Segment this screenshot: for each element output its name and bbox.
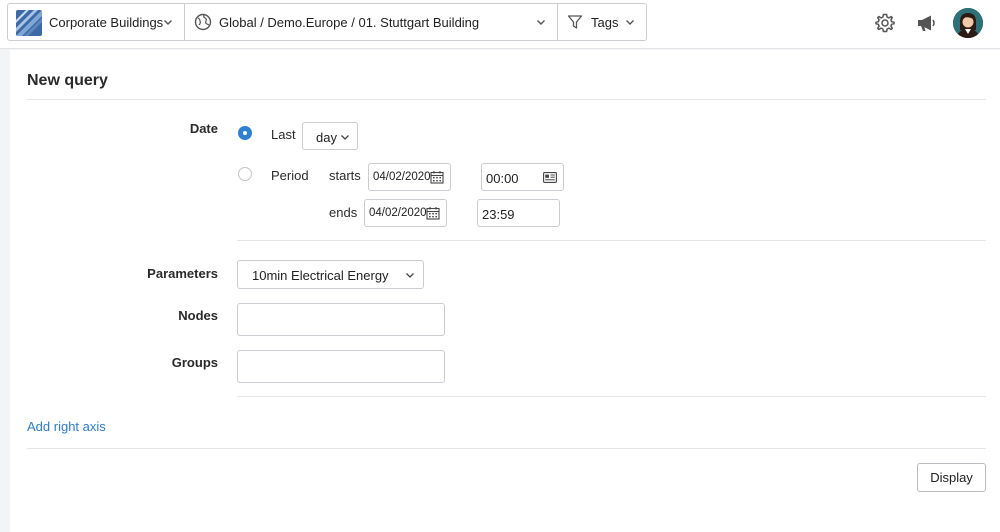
parameters-value: 10min Electrical Energy — [252, 268, 389, 283]
last-unit-select[interactable]: day — [302, 122, 358, 150]
last-label: Last — [271, 127, 296, 142]
end-date-input[interactable]: 04/02/2020 — [364, 199, 447, 227]
start-date-input[interactable]: 04/02/2020 — [368, 163, 451, 191]
date-label: Date — [189, 121, 218, 136]
page-title: New query — [27, 72, 108, 89]
end-date-value: 04/02/2020 — [369, 207, 427, 219]
tags-filter[interactable]: Tags — [557, 3, 647, 41]
building-thumbnail-icon — [16, 10, 42, 36]
filter-icon — [567, 15, 583, 29]
time-picker-icon[interactable] — [543, 172, 557, 183]
chevron-down-icon — [341, 135, 349, 140]
start-date-value: 04/02/2020 — [373, 171, 431, 183]
last-radio[interactable] — [238, 126, 252, 140]
end-time-input[interactable]: 23:59 — [477, 199, 560, 227]
globe-icon — [194, 13, 212, 31]
calendar-icon[interactable] — [426, 206, 440, 220]
end-time-value: 23:59 — [482, 207, 515, 222]
location-path: Global / Demo.Europe / 01. Stuttgart Bui… — [219, 15, 480, 30]
period-label: Period — [271, 168, 309, 183]
ends-label: ends — [329, 205, 358, 220]
calendar-icon[interactable] — [430, 170, 444, 184]
building-selector-label: Corporate Buildings — [49, 15, 164, 30]
divider — [27, 448, 986, 449]
chevron-down-icon — [164, 20, 172, 25]
groups-label: Groups — [171, 355, 218, 370]
period-radio[interactable] — [238, 167, 252, 181]
divider — [237, 240, 986, 241]
last-unit-value: day — [316, 130, 337, 145]
divider — [237, 396, 986, 397]
parameters-label: Parameters — [147, 266, 218, 281]
megaphone-icon[interactable] — [915, 12, 937, 34]
divider — [27, 99, 986, 100]
user-avatar[interactable] — [953, 8, 983, 38]
chevron-down-icon — [626, 20, 634, 25]
start-time-input[interactable]: 00:00 — [481, 163, 564, 191]
start-time-value: 00:00 — [486, 171, 519, 186]
parameters-select[interactable]: 10min Electrical Energy — [237, 260, 424, 289]
starts-label: starts — [329, 168, 361, 183]
chevron-down-icon — [406, 273, 414, 278]
building-selector[interactable]: Corporate Buildings — [7, 3, 185, 41]
chevron-down-icon — [537, 20, 545, 25]
query-card: New query Date Last day Period starts 04… — [10, 50, 1000, 532]
gear-icon[interactable] — [874, 12, 896, 34]
nodes-input[interactable] — [237, 303, 445, 336]
display-button[interactable]: Display — [917, 463, 986, 492]
location-selector[interactable]: Global / Demo.Europe / 01. Stuttgart Bui… — [184, 3, 558, 41]
top-bar: Corporate Buildings Global / Demo.Europe… — [0, 0, 1000, 49]
groups-input[interactable] — [237, 350, 445, 383]
add-right-axis-link[interactable]: Add right axis — [27, 419, 106, 434]
tags-label: Tags — [591, 15, 619, 30]
nodes-label: Nodes — [178, 308, 218, 323]
